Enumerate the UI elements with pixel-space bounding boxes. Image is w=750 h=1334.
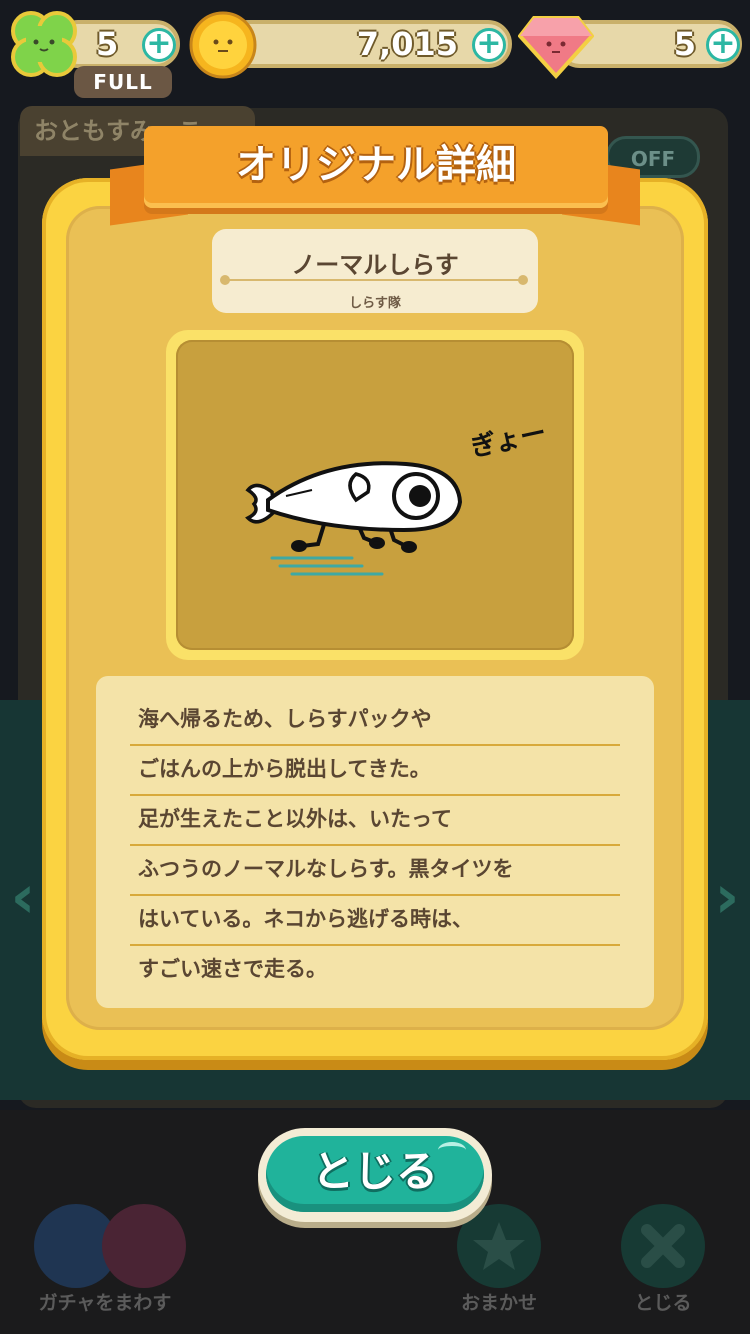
description-line: すごい速さで走る。 xyxy=(138,957,327,981)
bg-close-button: とじる xyxy=(588,1200,738,1330)
full-badge: FULL xyxy=(74,66,172,98)
description-line: ごはんの上から脱出してきた。 xyxy=(130,748,620,796)
description-line: はいている。ネコから逃げる時は、 xyxy=(130,898,620,946)
description-line: 足が生えたこと以外は、いたって xyxy=(130,798,620,846)
name-divider xyxy=(226,279,524,281)
bg-close-label: とじる xyxy=(634,1292,692,1314)
gacha-button: ガチャをまわす xyxy=(30,1200,186,1330)
button-shine xyxy=(438,1142,466,1158)
character-image: ぎょー xyxy=(176,340,574,650)
right-arrow-icon: › xyxy=(714,862,740,932)
left-arrow-icon: ‹ xyxy=(10,862,36,932)
gacha-label: ガチャをまわす xyxy=(38,1292,172,1314)
description-line: 海へ帰るため、しらすパックや xyxy=(130,698,620,746)
gem-plus-button[interactable]: + xyxy=(706,28,740,62)
character-name: ノーマルしらす xyxy=(291,251,459,279)
clover-plus-button[interactable]: + xyxy=(142,28,176,62)
modal-title: オリジナル詳細 xyxy=(144,126,608,208)
coin-plus-button[interactable]: + xyxy=(472,28,506,62)
character-name-plate: ノーマルしらす しらす隊 xyxy=(212,229,538,313)
gem-icon xyxy=(517,10,595,80)
coin-value: 7,015 xyxy=(356,25,458,63)
auto-label: おまかせ xyxy=(460,1292,537,1314)
shirasu-fish-icon: ぎょー xyxy=(245,418,549,576)
image-caption: ぎょー xyxy=(468,418,549,463)
x-icon xyxy=(621,1204,705,1288)
clover-icon xyxy=(6,6,82,82)
description-line: ふつうのノーマルなしらす。黒タイツを xyxy=(130,848,620,896)
description-box: 海へ帰るため、しらすパックや ごはんの上から脱出してきた。 足が生えたこと以外は… xyxy=(96,676,654,1008)
divider-dot-left xyxy=(220,275,230,285)
gacha-pink-icon xyxy=(102,1204,186,1288)
coin-icon xyxy=(188,10,258,80)
character-group: しらす隊 xyxy=(349,296,401,311)
gem-value: 5 xyxy=(673,25,696,63)
divider-dot-right xyxy=(518,275,528,285)
close-button[interactable]: とじる xyxy=(258,1128,492,1222)
star-icon xyxy=(457,1204,541,1288)
clover-value: 5 xyxy=(96,25,119,63)
